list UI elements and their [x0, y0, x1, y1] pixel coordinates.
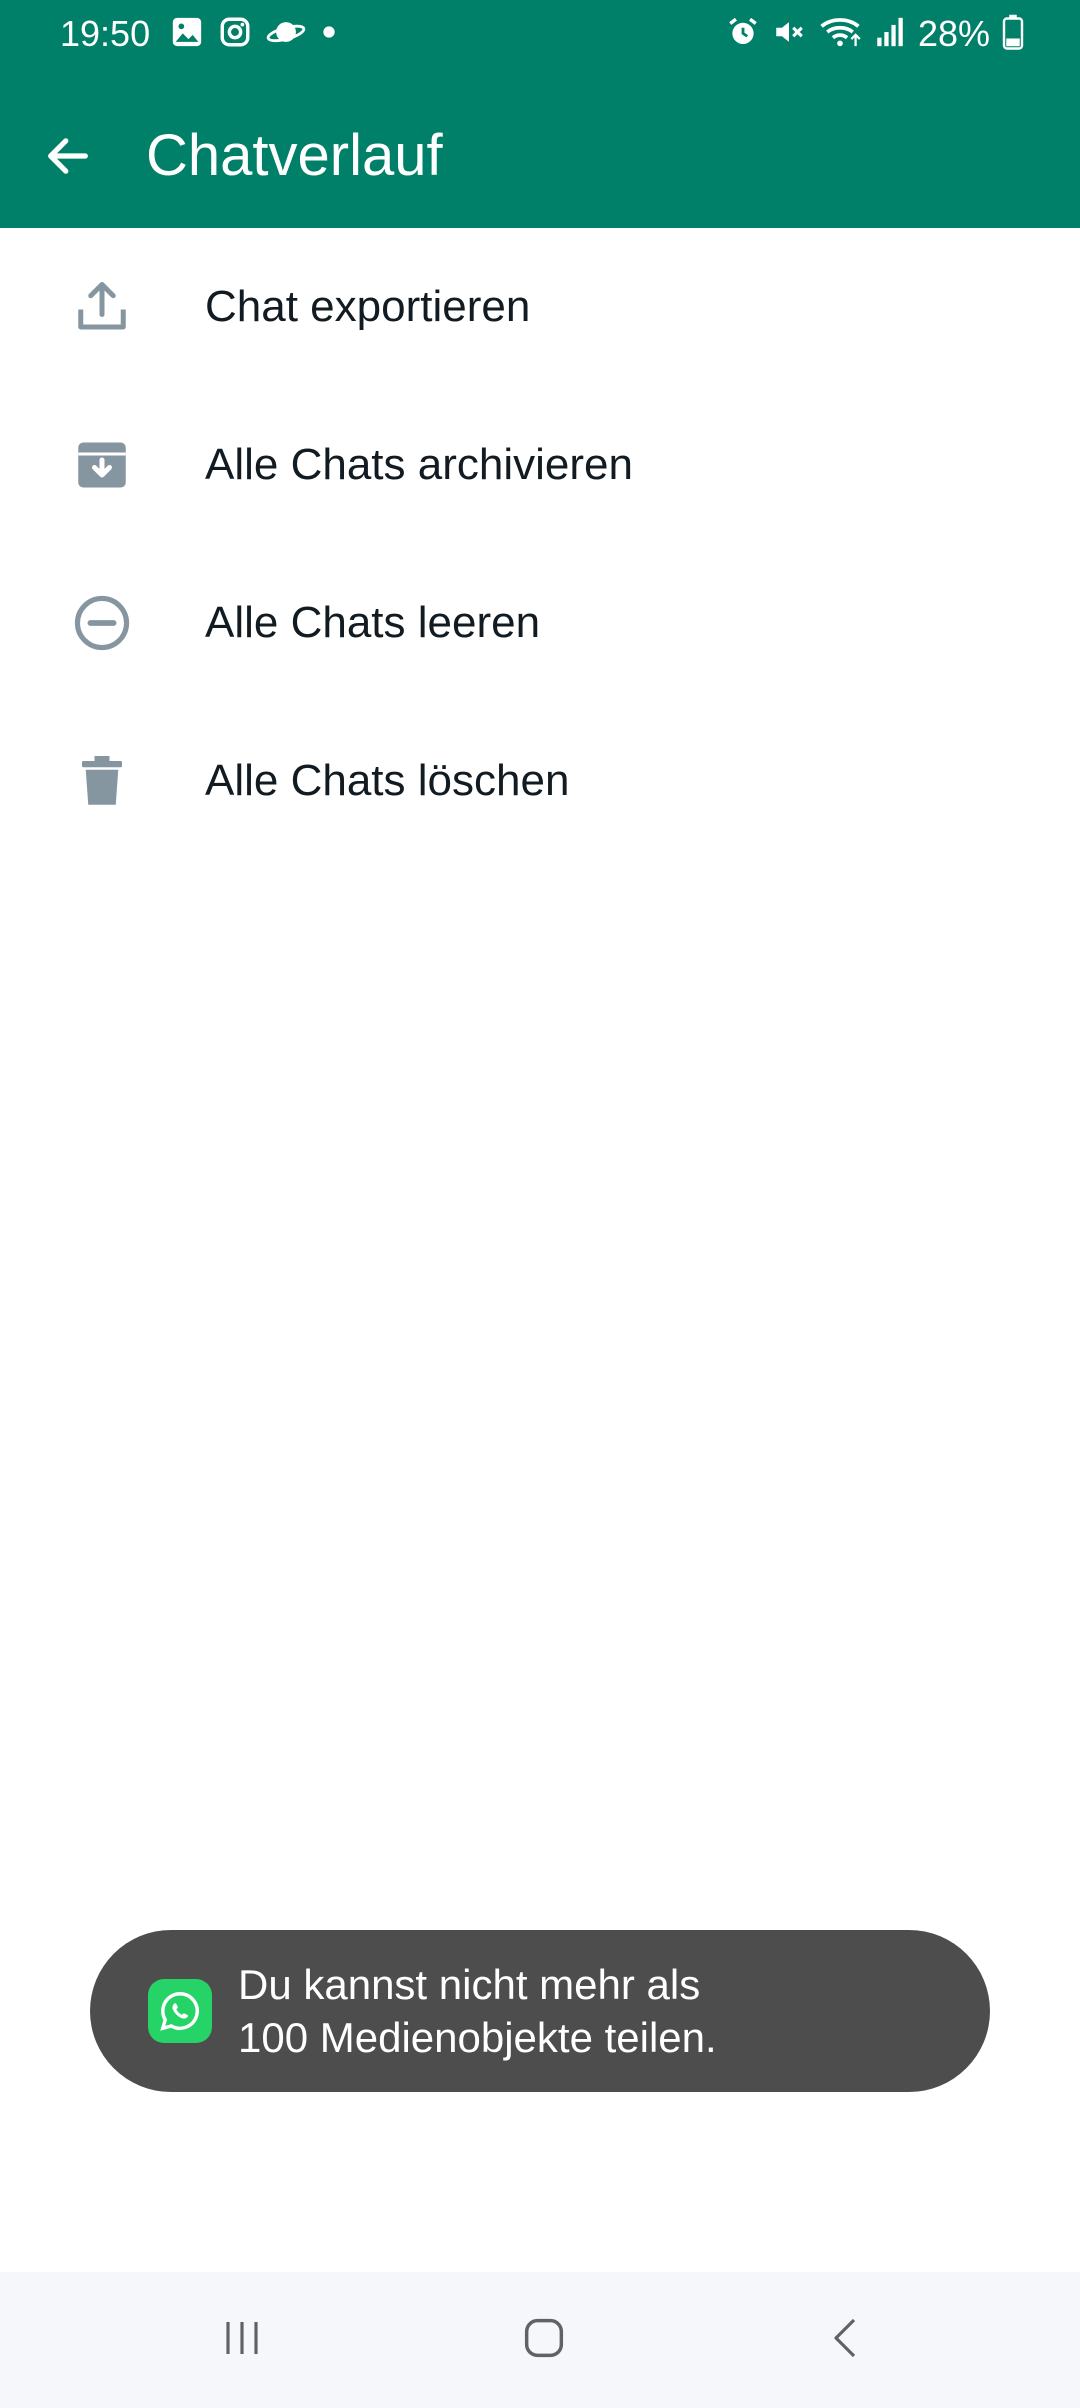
toast-text: Du kannst nicht mehr als 100 Medienobjek… — [238, 1958, 958, 2064]
menu-item-label: Alle Chats löschen — [205, 756, 570, 805]
gallery-icon — [170, 15, 204, 54]
planet-icon — [266, 15, 306, 54]
archive-icon — [70, 433, 134, 497]
mute-icon — [772, 15, 806, 54]
top-bar: 19:50 28% Chatverlauf — [0, 0, 1080, 228]
wifi-icon — [818, 15, 862, 54]
whatsapp-icon — [148, 1979, 212, 2043]
menu-item-clear-all[interactable]: Alle Chats leeren — [0, 544, 1080, 702]
menu-item-label: Chat exportieren — [205, 282, 531, 331]
arrow-back-icon — [42, 130, 94, 187]
recents-icon — [218, 2314, 266, 2367]
trash-icon — [70, 749, 134, 813]
back-button[interactable] — [30, 120, 106, 196]
alarm-icon — [726, 15, 760, 54]
status-notification-icons — [170, 16, 338, 52]
screen: 19:50 28% Chatverlauf Chat exportieren A… — [0, 0, 1080, 2408]
chat-history-menu: Chat exportieren Alle Chats archivieren … — [0, 228, 1080, 860]
menu-item-label: Alle Chats archivieren — [205, 440, 633, 489]
toast-line-2: 100 Medienobjekte teilen. — [238, 2014, 717, 2061]
menu-item-export-chat[interactable]: Chat exportieren — [0, 228, 1080, 386]
menu-item-delete-all[interactable]: Alle Chats löschen — [0, 702, 1080, 860]
status-bar: 19:50 28% — [0, 0, 1080, 70]
app-bar: Chatverlauf — [0, 80, 1080, 228]
status-time: 19:50 — [60, 13, 151, 54]
export-icon — [70, 275, 134, 339]
menu-item-label: Alle Chats leeren — [205, 598, 541, 647]
clear-icon — [70, 591, 134, 655]
toast-message: Du kannst nicht mehr als 100 Medienobjek… — [90, 1930, 990, 2092]
signal-icon — [874, 15, 906, 54]
battery-percent: 28% — [917, 13, 990, 54]
home-button[interactable] — [494, 2300, 594, 2380]
nav-back-button[interactable] — [796, 2300, 896, 2380]
menu-item-archive-all[interactable]: Alle Chats archivieren — [0, 386, 1080, 544]
recents-button[interactable] — [192, 2300, 292, 2380]
home-icon — [518, 2312, 570, 2369]
page-title: Chatverlauf — [146, 123, 443, 188]
toast-line-1: Du kannst nicht mehr als — [238, 1961, 701, 2008]
status-system-icons: 28% — [726, 12, 1024, 56]
back-icon — [822, 2314, 870, 2367]
dot-icon — [320, 15, 338, 54]
battery-icon — [1002, 14, 1024, 55]
navigation-bar — [0, 2272, 1080, 2408]
instagram-icon — [218, 15, 252, 54]
